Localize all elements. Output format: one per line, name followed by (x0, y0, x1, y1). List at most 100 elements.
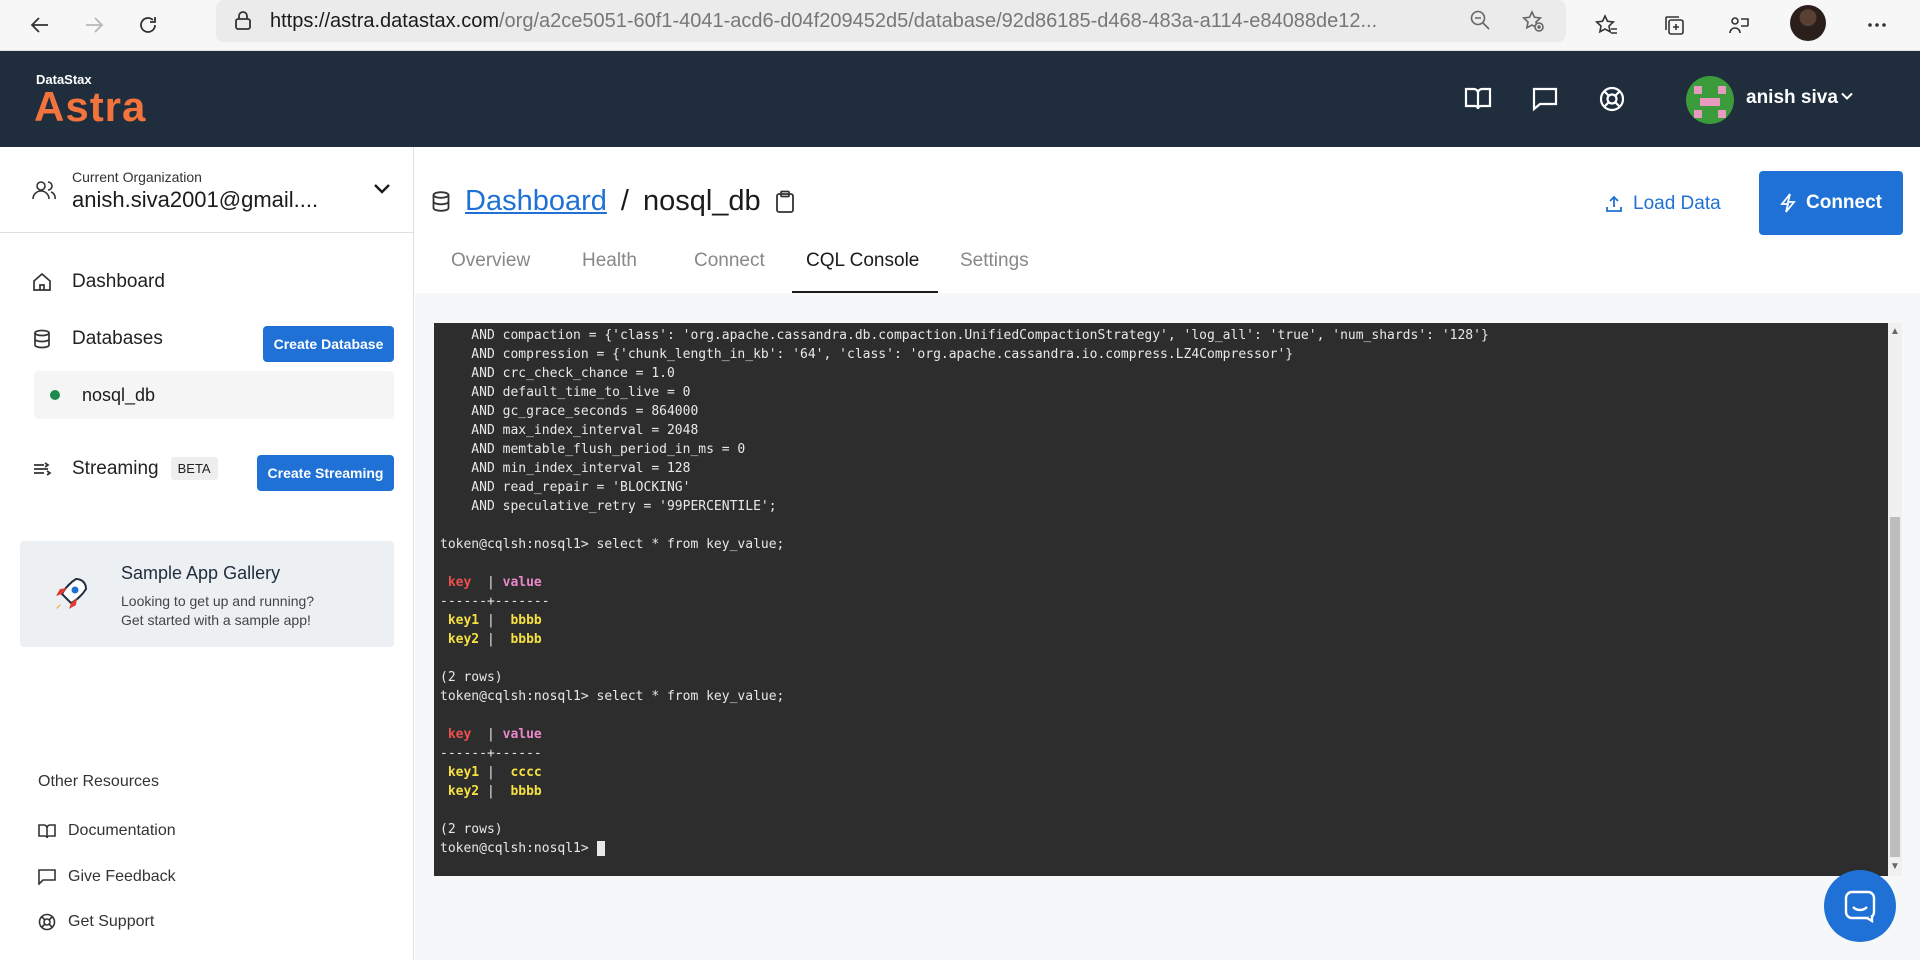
terminal-line: AND compression = {'chunk_length_in_kb':… (440, 347, 1294, 362)
result-header: key | value (447, 727, 542, 742)
sample-app-gallery-card[interactable]: Sample App Gallery Looking to get up and… (20, 541, 394, 647)
give-feedback-link[interactable]: Give Feedback (38, 868, 176, 886)
intercom-icon (1843, 889, 1877, 923)
tab-settings[interactable]: Settings (960, 250, 1029, 272)
status-dot (50, 390, 60, 400)
sidebar: Current Organization anish.siva2001@gmai… (0, 147, 414, 960)
collections-icon[interactable] (1655, 6, 1693, 44)
terminal-line: AND min_index_interval = 128 (440, 461, 691, 476)
breadcrumb: Dashboard / nosql_db (465, 185, 795, 218)
extensions-icon[interactable] (1720, 6, 1758, 44)
table-row: key1 | bbbb (447, 613, 542, 628)
gallery-title: Sample App Gallery (121, 563, 281, 583)
streaming-icon (32, 459, 54, 479)
result-count: (2 rows) (440, 670, 503, 685)
terminal-line: AND read_repair = 'BLOCKING' (440, 480, 691, 495)
refresh-icon[interactable] (128, 5, 168, 45)
browser-toolbar: https://astra.datastax.com/org/a2ce5051-… (0, 0, 1920, 51)
sidebar-item-databases[interactable]: Databases (32, 328, 163, 350)
database-icon (32, 329, 54, 349)
breadcrumb-separator: / (620, 185, 629, 217)
avatar[interactable] (1686, 76, 1734, 124)
chevron-down-icon[interactable] (1840, 89, 1854, 103)
org-label: Current Organization (72, 169, 202, 185)
sidebar-item-streaming[interactable]: Streaming BETA (32, 457, 218, 480)
result-count: (2 rows) (440, 822, 503, 837)
terminal-line: AND default_time_to_live = 0 (440, 385, 691, 400)
browser-profile-avatar[interactable] (1790, 5, 1826, 41)
terminal-line: AND memtable_flush_period_in_ms = 0 (440, 442, 746, 457)
sidebar-item-dashboard[interactable]: Dashboard (32, 271, 165, 293)
org-selector[interactable]: Current Organization anish.siva2001@gmai… (0, 147, 414, 233)
terminal-line: AND compaction = {'class': 'org.apache.c… (440, 328, 1489, 343)
documentation-link[interactable]: Documentation (38, 822, 176, 840)
table-row: key2 | bbbb (447, 632, 542, 647)
support-icon[interactable] (1594, 81, 1630, 117)
create-database-button[interactable]: Create Database (263, 326, 394, 362)
scroll-thumb[interactable] (1890, 517, 1900, 857)
scroll-up-icon[interactable]: ▲ (1888, 325, 1902, 339)
tab-cql-console[interactable]: CQL Console (806, 250, 919, 272)
tab-connect[interactable]: Connect (694, 250, 765, 272)
lock-icon (234, 11, 252, 31)
terminal-prompt[interactable]: token@cqlsh:nosql1> (440, 839, 1880, 858)
url-text: https://astra.datastax.com/org/a2ce5051-… (270, 9, 1378, 32)
back-icon[interactable] (20, 5, 60, 45)
terminal-output: AND compaction = {'class': 'org.apache.c… (440, 326, 1880, 858)
terminal-scrollbar[interactable]: ▲ ▼ (1888, 323, 1902, 876)
book-icon (38, 823, 56, 839)
favorite-add-icon[interactable] (1521, 9, 1545, 33)
result-divider: ------+------- (440, 594, 550, 609)
terminal-cursor (596, 841, 605, 856)
terminal-line: AND speculative_retry = '99PERCENTILE'; (440, 499, 777, 514)
more-icon[interactable] (1858, 6, 1896, 44)
sidebar-item-label: Streaming (72, 457, 159, 479)
get-support-link[interactable]: Get Support (38, 913, 154, 931)
terminal-line: token@cqlsh:nosql1> select * from key_va… (440, 537, 785, 552)
breadcrumb-dashboard-link[interactable]: Dashboard (465, 185, 607, 218)
clipboard-icon[interactable] (775, 190, 795, 214)
address-bar[interactable]: https://astra.datastax.com/org/a2ce5051-… (216, 0, 1566, 42)
zoom-icon[interactable] (1469, 9, 1491, 31)
logo[interactable]: Astra (34, 83, 146, 131)
tab-overview[interactable]: Overview (451, 250, 530, 272)
forward-icon[interactable] (74, 5, 114, 45)
other-resources-heading: Other Resources (38, 773, 159, 790)
main-content: Dashboard / nosql_db Load Data Connect O… (415, 147, 1920, 960)
tab-health[interactable]: Health (582, 250, 637, 272)
create-streaming-button[interactable]: Create Streaming (257, 455, 394, 491)
connect-button[interactable]: Connect (1759, 171, 1903, 235)
bolt-icon (1780, 193, 1796, 213)
gallery-subtitle: Looking to get up and running? (121, 593, 315, 609)
gallery-subtitle: Get started with a sample app! (121, 612, 311, 628)
result-divider: ------+------ (440, 746, 542, 761)
terminal-line: AND crc_check_chance = 1.0 (440, 366, 675, 381)
chat-icon (38, 869, 56, 885)
app-header: DataStax Astra anish siva (0, 51, 1920, 147)
org-value: anish.siva2001@gmail.... (72, 187, 319, 212)
page-title: nosql_db (642, 185, 761, 217)
beta-badge: BETA (170, 457, 218, 480)
users-icon (32, 179, 56, 201)
upload-icon (1605, 195, 1623, 213)
user-name[interactable]: anish siva (1746, 87, 1838, 109)
scroll-down-icon[interactable]: ▼ (1888, 860, 1902, 874)
table-row: key1 | cccc (447, 765, 542, 780)
sidebar-item-label: Databases (72, 328, 163, 349)
terminal-line: AND gc_grace_seconds = 864000 (440, 404, 699, 419)
terminal-line: AND max_index_interval = 2048 (440, 423, 699, 438)
result-header: key | value (447, 575, 542, 590)
favorites-icon[interactable] (1588, 6, 1626, 44)
chat-icon[interactable] (1527, 81, 1563, 117)
chevron-down-icon[interactable] (372, 179, 392, 199)
support-icon (38, 913, 56, 931)
sidebar-item-nosql-db[interactable]: nosql_db (34, 371, 394, 419)
load-data-button[interactable]: Load Data (1605, 193, 1721, 215)
sidebar-item-label: nosql_db (82, 384, 156, 405)
home-icon (32, 272, 54, 292)
sidebar-item-label: Dashboard (72, 271, 165, 292)
intercom-chat-button[interactable] (1824, 870, 1896, 942)
cql-console-terminal[interactable]: AND compaction = {'class': 'org.apache.c… (434, 323, 1902, 876)
book-icon[interactable] (1460, 81, 1496, 117)
